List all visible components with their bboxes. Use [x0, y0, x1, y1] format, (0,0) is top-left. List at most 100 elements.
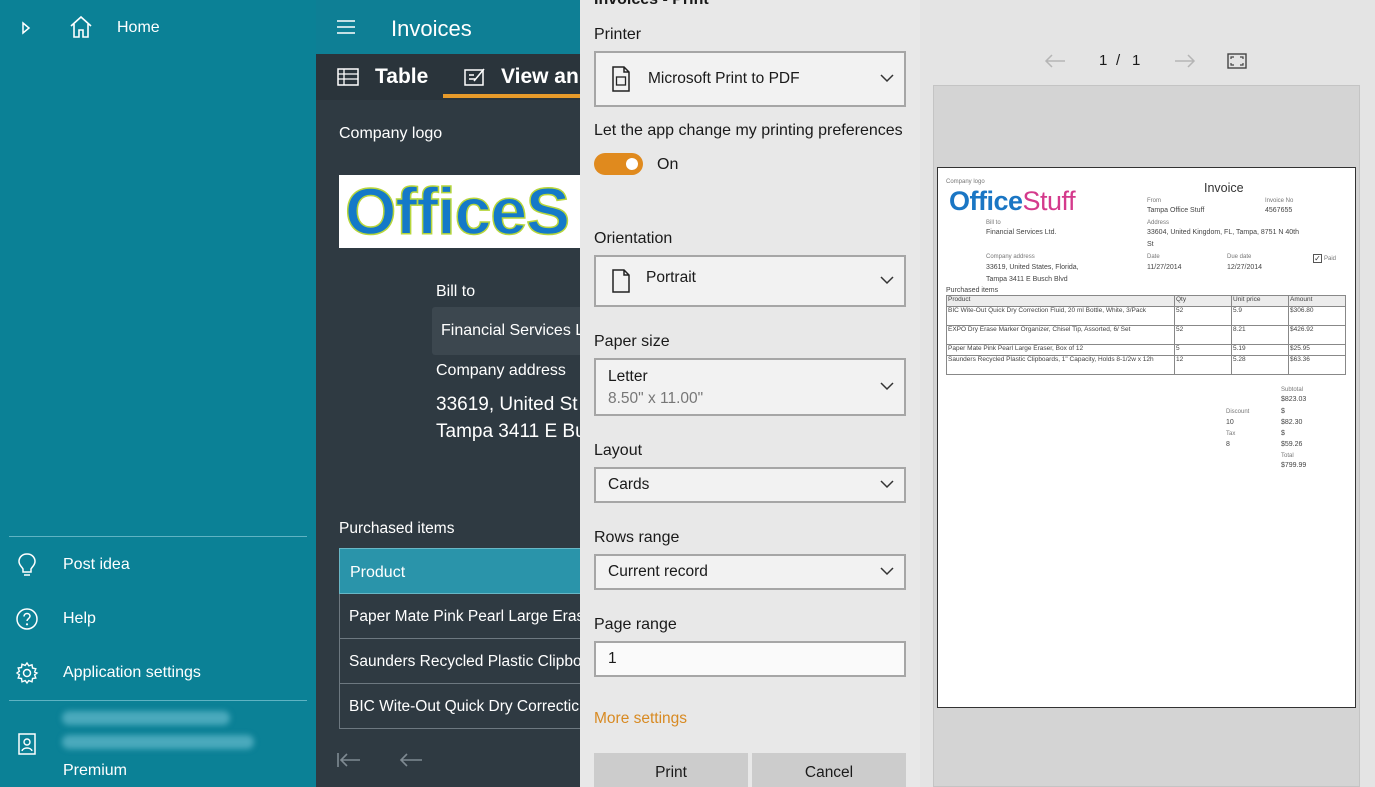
doc-company-address-1: 33619, United States, Florida,: [986, 264, 1079, 271]
invoice-app: Invoices Table View an Company logo Offi…: [316, 0, 580, 787]
table-row[interactable]: Paper Mate Pink Pearl Large Erase: [339, 594, 580, 639]
doc-cell-amount: $306.80: [1288, 306, 1346, 326]
doc-cell-amount: $426.92: [1288, 325, 1346, 345]
page-range-value: 1: [608, 650, 617, 667]
print-button[interactable]: Print: [594, 753, 748, 787]
doc-cell-unit-price: 5.28: [1231, 355, 1289, 375]
toggle-thumb: [626, 158, 638, 170]
doc-cell-qty: 52: [1174, 306, 1232, 326]
doc-date-value: 11/27/2014: [1147, 264, 1182, 271]
orientation-select[interactable]: Portrait: [594, 255, 906, 307]
prefs-label: Let the app change my printing preferenc…: [594, 122, 903, 139]
next-page-icon[interactable]: [1174, 52, 1196, 70]
doc-bill-to-value: Financial Services Ltd.: [986, 229, 1057, 236]
doc-cell-product: BIC Wite-Out Quick Dry Correction Fluid,…: [946, 306, 1175, 326]
print-dialog: Invoices - Print Printer Microsoft Print…: [580, 0, 1375, 787]
doc-cell-unit-price: 8.21: [1231, 325, 1289, 345]
cancel-button[interactable]: Cancel: [752, 753, 906, 787]
doc-logo-stuff: Stuff: [1022, 186, 1076, 216]
page-total: 1: [1132, 52, 1141, 69]
active-tab-indicator: [443, 94, 580, 98]
doc-address-value-2: St: [1147, 241, 1154, 248]
printer-label: Printer: [594, 26, 642, 43]
previous-record-icon[interactable]: [398, 750, 424, 770]
doc-company-address-2: Tampa 3411 E Busch Blvd: [986, 276, 1068, 283]
doc-cell-amount: $25.95: [1288, 344, 1346, 356]
prefs-toggle[interactable]: [594, 153, 643, 175]
paper-size-dimensions: 8.50" x 11.00": [608, 390, 704, 407]
expand-chevron-icon[interactable]: [20, 21, 32, 35]
table-row[interactable]: Saunders Recycled Plastic Clipboa: [339, 639, 580, 684]
rows-range-select[interactable]: Current record: [594, 554, 906, 590]
nav-settings-label: Application settings: [63, 664, 201, 681]
nav-home-label: Home: [117, 19, 160, 36]
nav-application-settings[interactable]: Application settings: [0, 651, 316, 695]
account-email: [62, 735, 254, 749]
chevron-down-icon: [880, 74, 894, 83]
doc-table-row: BIC Wite-Out Quick Dry Correction Fluid,…: [946, 306, 1346, 326]
printer-value: Microsoft Print to PDF: [648, 70, 800, 87]
doc-company-logo-label: Company logo: [946, 179, 985, 185]
doc-cell-amount: $63.36: [1288, 355, 1346, 375]
doc-cell-unit-price: 5.9: [1231, 306, 1289, 326]
doc-paid-label: Paid: [1324, 256, 1337, 262]
company-address-line-1: 33619, United St: [436, 394, 578, 415]
prefs-toggle-text: On: [657, 156, 679, 173]
edit-form-icon: [464, 68, 485, 86]
doc-title: Invoice: [1204, 181, 1244, 195]
company-address-line-2: Tampa 3411 E Bu: [436, 421, 580, 442]
chevron-down-icon: [880, 567, 894, 576]
printer-select[interactable]: Microsoft Print to PDF: [594, 51, 906, 107]
bill-to-field[interactable]: Financial Services Lt: [432, 307, 580, 355]
nav-home[interactable]: Home: [0, 6, 316, 50]
dialog-title: Invoices - Print: [594, 0, 709, 9]
printer-document-icon: [612, 66, 630, 92]
company-logo-label: Company logo: [339, 125, 443, 142]
account-section[interactable]: Premium: [0, 702, 316, 787]
preview-page: Company logo OfficeStuff Invoice From Ta…: [937, 167, 1356, 708]
lightbulb-icon: [18, 553, 36, 576]
gear-icon: [15, 661, 39, 685]
layout-value: Cards: [608, 476, 650, 493]
doc-discount-label: Discount: [1226, 409, 1250, 415]
rows-range-label: Rows range: [594, 529, 680, 546]
layout-select[interactable]: Cards: [594, 467, 906, 503]
more-settings-link[interactable]: More settings: [594, 710, 687, 728]
doc-table-row: Paper Mate Pink Pearl Large Eraser, Box …: [946, 344, 1346, 356]
doc-date-label: Date: [1147, 254, 1160, 260]
hamburger-menu-icon[interactable]: [337, 20, 355, 34]
first-record-icon[interactable]: [336, 750, 362, 770]
doc-total-label: Total: [1281, 453, 1294, 459]
table-row[interactable]: BIC Wite-Out Quick Dry Correctic: [339, 684, 580, 729]
table-header-product[interactable]: Product: [339, 548, 580, 594]
help-icon: [16, 608, 38, 630]
doc-logo-office: Office: [949, 186, 1023, 216]
doc-cell-qty: 12: [1174, 355, 1232, 375]
doc-cell-unit-price: 5.19: [1231, 344, 1289, 356]
nav-help-label: Help: [63, 610, 96, 627]
doc-table-row: EXPO Dry Erase Marker Organizer, Chisel …: [946, 325, 1346, 345]
app-header: Invoices: [316, 0, 580, 54]
nav-post-idea[interactable]: Post idea: [0, 543, 316, 587]
page-range-input[interactable]: 1: [594, 641, 906, 677]
paper-size-select[interactable]: Letter 8.50" x 11.00": [594, 358, 906, 416]
doc-paid-checkbox: ✓: [1313, 254, 1322, 263]
doc-th-unit-price: Unit price: [1231, 295, 1289, 307]
nav-help[interactable]: Help: [0, 597, 316, 641]
tab-table[interactable]: Table: [337, 54, 428, 100]
bill-to-label: Bill to: [436, 283, 476, 300]
doc-purchased-items-label: Purchased items: [946, 287, 999, 294]
doc-total-value: $799.99: [1281, 462, 1307, 469]
doc-from-value: Tampa Office Stuff: [1147, 207, 1205, 214]
doc-th-product: Product: [946, 295, 1175, 307]
doc-cell-product: Saunders Recycled Plastic Clipboards, 1"…: [946, 355, 1175, 375]
purchased-items-label: Purchased items: [339, 520, 455, 537]
paper-size-value: Letter: [608, 368, 648, 385]
previous-page-icon[interactable]: [1044, 52, 1066, 70]
doc-cell-qty: 5: [1174, 344, 1232, 356]
fit-page-icon[interactable]: [1227, 53, 1247, 69]
doc-subtotal-value: $823.03: [1281, 396, 1307, 403]
account-plan: Premium: [63, 762, 128, 779]
rows-range-value: Current record: [608, 563, 708, 580]
logo-text: OfficeS: [344, 175, 571, 248]
